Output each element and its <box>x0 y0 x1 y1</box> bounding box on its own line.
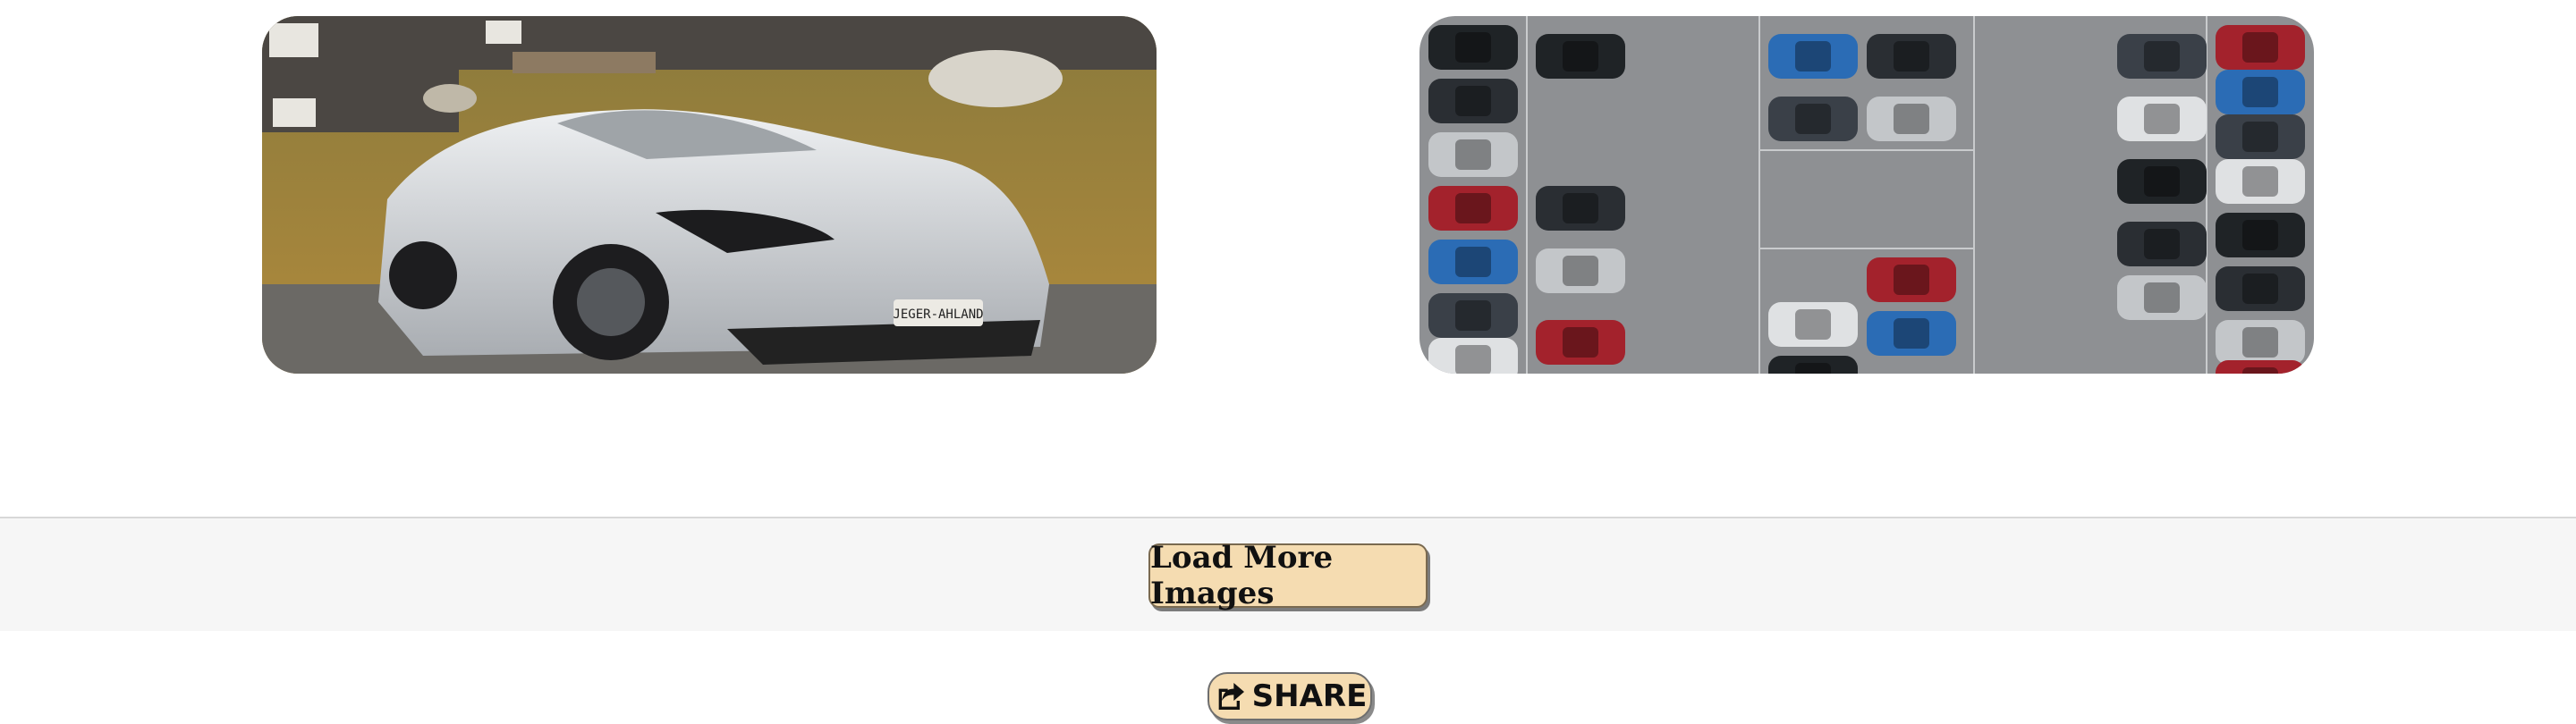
car-roof <box>1795 363 1831 374</box>
share-label: SHARE <box>1251 678 1368 714</box>
car-roof <box>1563 193 1598 223</box>
car-roof <box>1563 256 1598 286</box>
car-roof <box>1563 41 1598 72</box>
car-roof <box>2242 220 2278 250</box>
car-roof <box>1455 300 1491 331</box>
share-button[interactable]: SHARE <box>1208 672 1372 720</box>
car-roof <box>1455 247 1491 277</box>
car-roof <box>1894 265 1929 295</box>
car-roof <box>1455 139 1491 170</box>
car-roof <box>1894 41 1929 72</box>
car-roof <box>2144 104 2180 134</box>
car-roof <box>2242 367 2278 374</box>
car-roof <box>1455 86 1491 116</box>
gallery-image-sports-car[interactable]: JEGER-AHLAND <box>262 16 1157 374</box>
car-roof <box>2242 122 2278 152</box>
car-roof <box>1795 309 1831 340</box>
car-roof <box>1795 41 1831 72</box>
car-roof <box>2144 229 2180 259</box>
car-roof <box>2144 166 2180 197</box>
car-roof <box>1563 327 1598 358</box>
car-roof <box>2242 274 2278 304</box>
car-roof <box>2144 282 2180 313</box>
car-roof <box>2242 32 2278 63</box>
load-more-bar: Load More Images <box>0 517 2576 631</box>
car-roof <box>1795 104 1831 134</box>
license-plate-text: JEGER-AHLAND <box>893 307 983 322</box>
car-roof <box>2242 166 2278 197</box>
gallery-image-parking-lot[interactable] <box>1419 16 2314 374</box>
car-roof <box>2242 327 2278 358</box>
car-roof <box>2144 41 2180 72</box>
load-more-images-button[interactable]: Load More Images <box>1148 540 1428 611</box>
image-gallery: JEGER-AHLAND <box>0 0 2576 517</box>
car-roof <box>1894 104 1929 134</box>
car-roof <box>1455 345 1491 374</box>
car-roof <box>1455 193 1491 223</box>
car-roof <box>1894 318 1929 349</box>
car-roof <box>1455 32 1491 63</box>
car-roof <box>2242 77 2278 107</box>
share-icon <box>1218 683 1244 710</box>
